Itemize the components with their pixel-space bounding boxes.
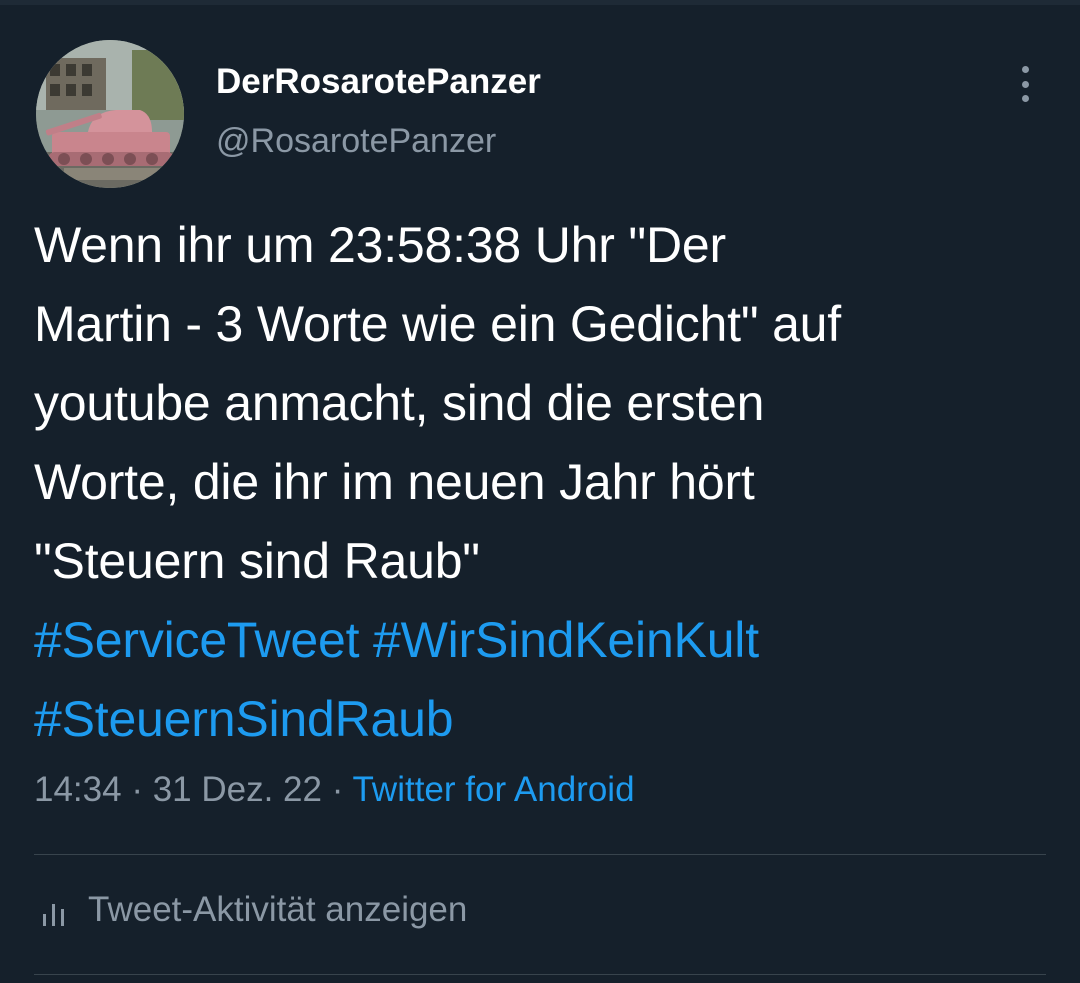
tweet-source-link[interactable]: Twitter for Android — [352, 770, 634, 809]
avatar[interactable] — [36, 40, 184, 188]
tweet-activity-button[interactable]: Tweet-Aktivität anzeigen — [40, 890, 467, 930]
tweet-time[interactable]: 14:34 — [34, 770, 122, 809]
tweet-card: DerRosarotePanzer @RosarotePanzer Wenn i… — [0, 0, 1080, 983]
hashtag-link[interactable]: #WirSindKeinKult — [373, 612, 759, 668]
tweet-date[interactable]: 31 Dez. 22 — [153, 770, 322, 809]
tweet-text-line: Wenn ihr um 23:58:38 Uhr "Der — [34, 217, 726, 273]
tweet-text: Wenn ihr um 23:58:38 Uhr "Der Martin - 3… — [34, 206, 1054, 759]
pink-tank-avatar-icon — [36, 40, 184, 188]
bar-chart-icon — [43, 904, 64, 926]
divider — [34, 854, 1046, 855]
tweet-meta: 14:34 · 31 Dez. 22 · Twitter for Android — [34, 770, 635, 810]
meta-separator: · — [321, 770, 353, 809]
more-dot — [1021, 80, 1029, 88]
divider — [34, 974, 1046, 975]
meta-separator: · — [121, 770, 153, 809]
tweet-text-line: "Steuern sind Raub" — [34, 533, 480, 589]
hashtag-link[interactable]: #ServiceTweet — [34, 612, 360, 668]
more-dot — [1021, 95, 1029, 102]
user-handle[interactable]: @RosarotePanzer — [216, 122, 496, 161]
hashtag-line: #ServiceTweet #WirSindKeinKult — [34, 601, 1054, 680]
more-dot — [1021, 66, 1029, 73]
tweet-activity-label: Tweet-Aktivität anzeigen — [88, 890, 468, 929]
hashtag-link[interactable]: #SteuernSindRaub — [34, 691, 454, 747]
hashtag-line: #SteuernSindRaub — [34, 680, 1054, 759]
tweet-text-line: Worte, die ihr im neuen Jahr hört — [34, 454, 755, 510]
tweet-text-line: Martin - 3 Worte wie ein Gedicht" auf — [34, 296, 841, 352]
more-vertical-icon[interactable] — [1008, 62, 1042, 106]
display-name[interactable]: DerRosarotePanzer — [216, 62, 541, 102]
tweet-text-line: youtube anmacht, sind die ersten — [34, 375, 765, 431]
